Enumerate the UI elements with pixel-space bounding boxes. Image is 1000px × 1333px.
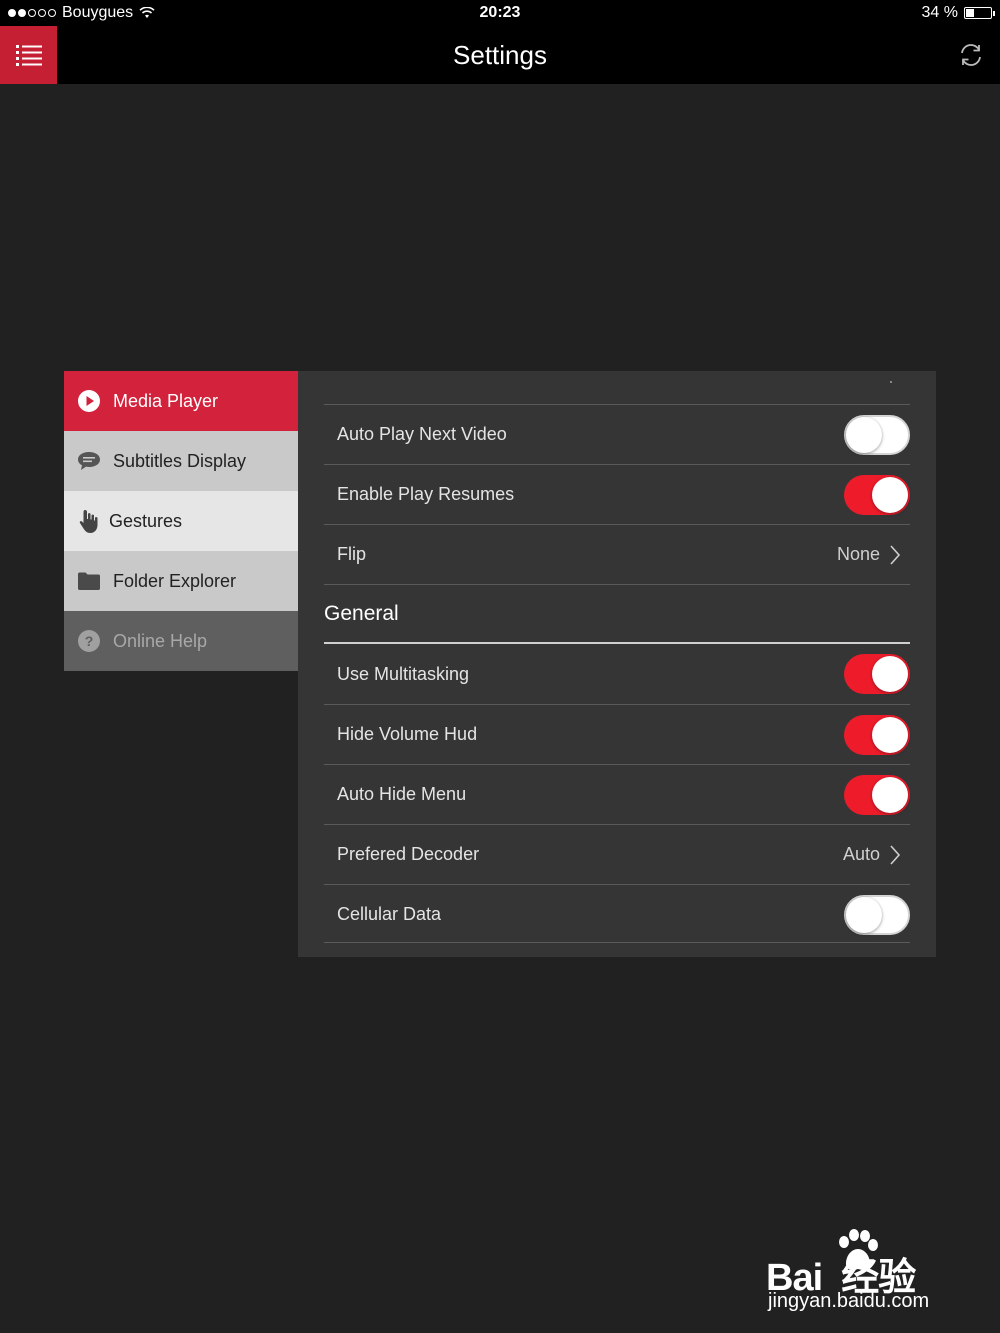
nav-bar: Settings	[0, 26, 1000, 84]
setting-row-hide-volume-hud: Hide Volume Hud	[324, 704, 910, 764]
setting-label: Prefered Decoder	[337, 844, 480, 864]
play-icon	[77, 389, 101, 413]
status-time: 20:23	[479, 4, 521, 21]
sidebar-item-subtitles-display[interactable]: Subtitles Display	[64, 431, 298, 491]
sync-button[interactable]	[956, 40, 986, 70]
auto-hide-menu-toggle[interactable]	[844, 774, 910, 815]
refresh-icon	[961, 44, 981, 66]
sidebar-item-label: Online Help	[113, 630, 208, 651]
page-title: Settings	[453, 40, 547, 70]
folder-icon	[77, 569, 101, 593]
settings-panel: Auto Play Next Video Enable Play Resumes…	[298, 371, 936, 957]
sidebar-item-online-help[interactable]: ? Online Help	[64, 611, 298, 671]
auto-play-next-video-toggle[interactable]	[844, 414, 910, 455]
sidebar-item-media-player[interactable]: Media Player	[64, 371, 298, 431]
setting-row-flip[interactable]: Flip None	[324, 524, 910, 584]
svg-text:?: ?	[85, 633, 94, 649]
section-title-general: General	[324, 602, 399, 625]
hand-icon	[77, 509, 101, 533]
status-bar: Bouygues 20:23 34 %	[0, 0, 1000, 26]
setting-row-use-multitasking: Use Multitasking	[324, 644, 910, 704]
cellular-data-toggle[interactable]	[844, 894, 910, 935]
setting-row-enable-play-resumes: Enable Play Resumes	[324, 464, 910, 524]
sidebar-item-label: Folder Explorer	[113, 570, 237, 591]
sidebar-item-label: Gestures	[109, 510, 183, 531]
scroll-indicator	[890, 381, 892, 383]
divider	[324, 942, 910, 943]
chat-bubble-icon	[77, 449, 101, 473]
status-right: 34 %	[921, 4, 995, 22]
sidebar-item-label: Subtitles Display	[113, 450, 247, 471]
battery-icon	[964, 7, 995, 19]
setting-label: Enable Play Resumes	[337, 484, 515, 504]
decoder-value: Auto	[842, 844, 880, 864]
setting-label: Flip	[337, 544, 367, 564]
baidu-watermark: Bai 经验 jingyan.baidu.com	[766, 1228, 966, 1318]
setting-label: Auto Play Next Video	[337, 424, 507, 444]
settings-sidebar: Media Player Subtitles Display Gestures …	[64, 371, 298, 671]
setting-label: Auto Hide Menu	[337, 784, 467, 804]
use-multitasking-toggle[interactable]	[844, 654, 910, 694]
sidebar-item-folder-explorer[interactable]: Folder Explorer	[64, 551, 298, 611]
flip-value: None	[836, 544, 880, 564]
chevron-right-icon	[890, 844, 901, 865]
help-icon: ?	[77, 629, 101, 653]
watermark-url: jingyan.baidu.com	[768, 1290, 930, 1312]
battery-percent: 34 %	[921, 4, 958, 21]
hide-volume-hud-toggle[interactable]	[844, 714, 910, 755]
chevron-right-icon	[890, 544, 901, 565]
setting-row-auto-play-next-video: Auto Play Next Video	[324, 404, 910, 464]
setting-label: Cellular Data	[337, 904, 442, 924]
enable-play-resumes-toggle[interactable]	[844, 474, 910, 515]
setting-row-cellular-data: Cellular Data	[324, 884, 910, 944]
sidebar-item-label: Media Player	[113, 390, 219, 411]
setting-row-auto-hide-menu: Auto Hide Menu	[324, 764, 910, 824]
setting-row-prefered-decoder[interactable]: Prefered Decoder Auto	[324, 824, 910, 884]
divider	[324, 584, 910, 585]
setting-label: Use Multitasking	[337, 663, 470, 684]
setting-label: Hide Volume Hud	[337, 724, 478, 744]
sidebar-item-gestures[interactable]: Gestures	[64, 491, 298, 551]
